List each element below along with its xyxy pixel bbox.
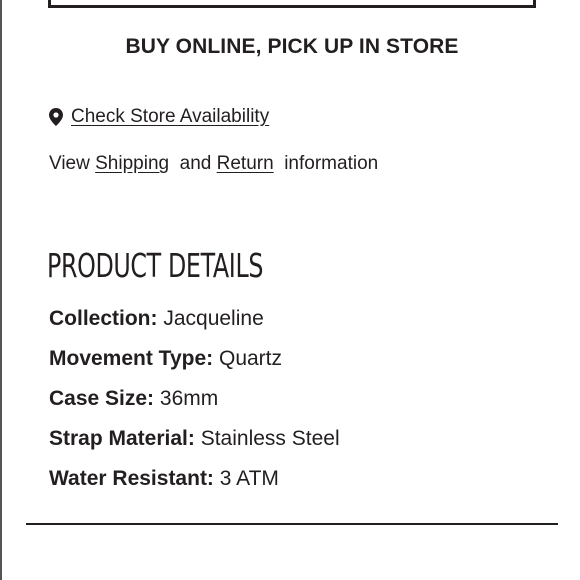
shipping-return-info: View Shipping and Return information [49, 153, 378, 175]
spec-value: Stainless Steel [200, 427, 340, 450]
product-details-title: PRODUCT DETAILS [47, 246, 264, 285]
spec-value: 3 ATM [219, 467, 279, 490]
shipping-link[interactable]: Shipping [95, 153, 169, 174]
product-specs-list: Collection: Jacqueline Movement Type: Qu… [49, 305, 340, 505]
spec-value: Jacqueline [163, 307, 264, 330]
spec-label: Collection: [49, 307, 158, 330]
spec-label: Movement Type: [49, 347, 214, 370]
store-availability-row[interactable]: Check Store Availability [49, 106, 269, 128]
map-pin-icon [49, 108, 63, 126]
spec-label: Water Resistant: [49, 467, 214, 490]
spec-water-resistant: Water Resistant: 3 ATM [49, 465, 340, 505]
check-store-availability-link[interactable]: Check Store Availability [71, 106, 269, 128]
spec-collection: Collection: Jacqueline [49, 305, 340, 345]
policy-middle: and [169, 153, 217, 174]
policy-suffix: information [273, 153, 379, 174]
spec-movement-type: Movement Type: Quartz [49, 345, 340, 385]
spec-label: Case Size: [49, 387, 155, 410]
spec-value: Quartz [218, 347, 283, 370]
spec-strap-material: Strap Material: Stainless Steel [49, 425, 340, 465]
add-to-bag-button-edge[interactable] [48, 0, 536, 8]
pickup-heading: BUY ONLINE, PICK UP IN STORE [125, 35, 459, 58]
return-link[interactable]: Return [217, 153, 274, 174]
spec-label: Strap Material: [49, 427, 195, 450]
section-divider [26, 523, 558, 525]
spec-case-size: Case Size: 36mm [49, 385, 340, 425]
policy-prefix: View [49, 153, 96, 174]
product-info-panel: BUY ONLINE, PICK UP IN STORE Check Store… [0, 0, 580, 580]
spec-value: 36mm [159, 387, 219, 410]
